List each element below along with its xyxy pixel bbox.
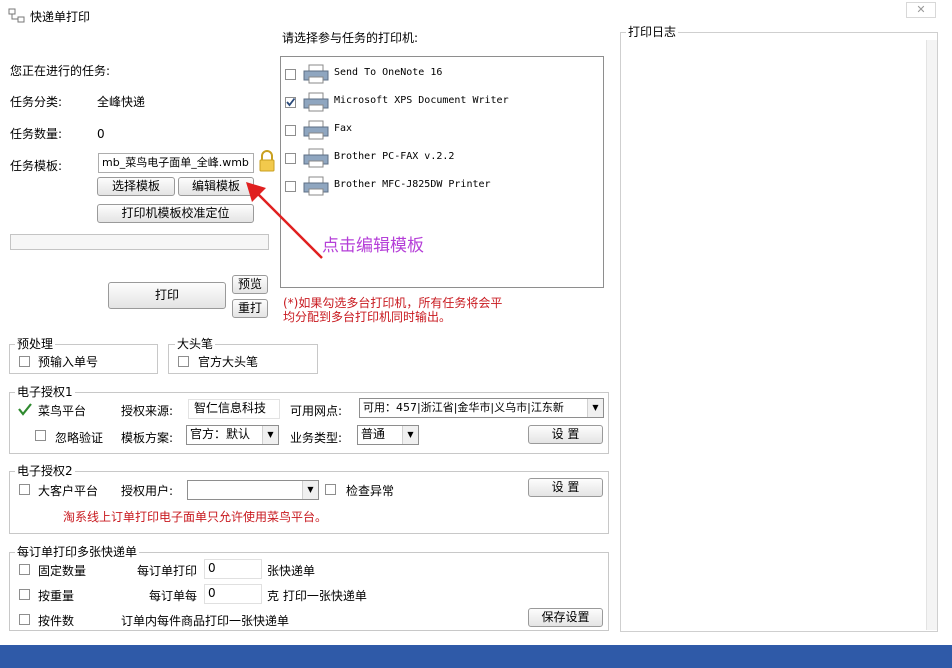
outlet-label: 可用网点: [290, 404, 343, 418]
printer-note-line2: 均分配到多台打印机同时输出。 [283, 310, 452, 324]
auth-source-value: 智仁信息科技 [188, 399, 280, 419]
by-item-checkbox[interactable] [19, 614, 30, 625]
multi-print-title: 每订单打印多张快递单 [15, 545, 140, 559]
taskbar [0, 645, 952, 668]
check-icon [18, 403, 32, 416]
printer-checkbox[interactable] [285, 153, 296, 164]
auth1-title: 电子授权1 [15, 385, 75, 399]
check-icon [286, 97, 296, 107]
preview-button[interactable]: 预览 [232, 275, 268, 294]
biz-type-select-value: 普通 [361, 427, 386, 441]
by-item-desc: 订单内每件商品打印一张快递单 [121, 614, 290, 628]
per-order-label: 每订单打印 [137, 564, 198, 578]
auth2-title: 电子授权2 [15, 464, 75, 478]
weight-input[interactable]: 0 [204, 584, 262, 604]
printer-icon [303, 64, 329, 84]
log-scrollbar[interactable] [926, 40, 937, 630]
lock-icon [258, 150, 276, 172]
printer-checkbox[interactable] [285, 69, 296, 80]
printer-item[interactable]: Fax [283, 119, 583, 141]
task-count-label: 任务数量: [10, 127, 63, 141]
printer-heading: 请选择参与任务的打印机: [282, 31, 419, 45]
fixed-count-label: 固定数量 [38, 564, 87, 578]
close-icon[interactable]: ✕ [906, 2, 936, 18]
big-customer-checkbox[interactable] [19, 484, 30, 495]
biz-type-label: 业务类型: [290, 431, 343, 445]
ignore-verify-label: 忽略验证 [55, 431, 104, 445]
chevron-down-icon: ▼ [302, 481, 318, 499]
printer-name: Fax [334, 123, 353, 134]
outlet-select[interactable]: 可用：457|浙江省|金华市|义乌市|江东新 ▼ [359, 398, 604, 418]
preinput-label: 预输入单号 [38, 355, 99, 369]
fixed-count-checkbox[interactable] [19, 564, 30, 575]
cainiao-checkbox[interactable] [18, 402, 32, 416]
select-template-button[interactable]: 选择模板 [97, 177, 175, 196]
printer-checkbox[interactable] [285, 125, 296, 136]
per-order-input[interactable]: 0 [204, 559, 262, 579]
auth2-settings-button[interactable]: 设 置 [528, 478, 603, 497]
printer-icon [303, 92, 329, 112]
reprint-button[interactable]: 重打 [232, 299, 268, 318]
annotation-arrow-icon [246, 182, 323, 259]
preinput-checkbox[interactable] [19, 356, 30, 367]
template-field[interactable]: mb_菜鸟电子面单_全峰.wmb [98, 153, 254, 173]
window-icon [8, 8, 26, 24]
chevron-down-icon: ▼ [402, 426, 418, 444]
by-weight-label: 按重量 [38, 589, 75, 603]
by-weight-checkbox[interactable] [19, 589, 30, 600]
calibrate-button[interactable]: 打印机模板校准定位 [97, 204, 254, 223]
auth1-settings-button[interactable]: 设 置 [528, 425, 603, 444]
auth-user-label: 授权用户: [121, 484, 174, 498]
chevron-down-icon: ▼ [262, 426, 278, 444]
biz-type-select[interactable]: 普通 ▼ [357, 425, 419, 445]
outlet-select-value: 可用：457|浙江省|金华市|义乌市|江东新 [363, 401, 564, 414]
window-title: 快递单打印 [30, 10, 91, 24]
preprocess-title: 预处理 [15, 337, 56, 351]
printer-item[interactable]: Send To OneNote 16 [283, 63, 583, 85]
cainiao-label: 菜鸟平台 [38, 404, 87, 418]
print-button[interactable]: 打印 [108, 282, 226, 309]
check-abnormal-label: 检查异常 [346, 484, 395, 498]
printer-item[interactable]: Microsoft XPS Document Writer [283, 91, 583, 113]
printer-name: Send To OneNote 16 [334, 67, 443, 78]
printer-icon [303, 148, 329, 168]
printer-icon [303, 120, 329, 140]
task-category-value: 全峰快递 [97, 95, 146, 109]
printer-item[interactable]: Brother PC-FAX v.2.2 [283, 147, 583, 169]
auth2-warning: 淘系线上订单打印电子面单只允许使用菜鸟平台。 [63, 510, 328, 524]
check-abnormal-checkbox[interactable] [325, 484, 336, 495]
printer-note-line1: (*)如果勾选多台打印机，所有任务将会平 [283, 296, 503, 310]
print-log-panel [620, 32, 938, 632]
official-big-pen-label: 官方大头笔 [198, 355, 259, 369]
big-customer-label: 大客户平台 [38, 484, 99, 498]
scheme-select[interactable]: 官方：默认 ▼ [186, 425, 279, 445]
weight-label: 每订单每 [149, 589, 198, 603]
progress-bar [10, 234, 269, 250]
print-log-title: 打印日志 [626, 25, 679, 39]
printer-checkbox[interactable] [285, 97, 296, 108]
current-task-label: 您正在进行的任务: [10, 64, 111, 78]
official-big-pen-checkbox[interactable] [178, 356, 189, 367]
scheme-label: 模板方案: [121, 431, 174, 445]
chevron-down-icon: ▼ [587, 399, 603, 417]
scheme-select-value: 官方：默认 [190, 427, 251, 441]
printer-name: Brother MFC-J825DW Printer [334, 179, 491, 190]
auth-source-label: 授权来源: [121, 404, 174, 418]
task-template-label: 任务模板: [10, 159, 63, 173]
by-item-label: 按件数 [38, 614, 75, 628]
annotation-text: 点击编辑模板 [322, 236, 424, 256]
auth-user-select[interactable]: ▼ [187, 480, 319, 500]
printer-name: Brother PC-FAX v.2.2 [334, 151, 455, 162]
printer-name: Microsoft XPS Document Writer [334, 95, 509, 106]
save-settings-button[interactable]: 保存设置 [528, 608, 603, 627]
task-count-value: 0 [97, 127, 105, 141]
per-order-unit: 张快递单 [267, 564, 316, 578]
task-category-label: 任务分类: [10, 95, 63, 109]
weight-unit: 克 打印一张快递单 [267, 589, 367, 603]
ignore-verify-checkbox[interactable] [35, 430, 46, 441]
big-pen-title: 大头笔 [175, 337, 216, 351]
